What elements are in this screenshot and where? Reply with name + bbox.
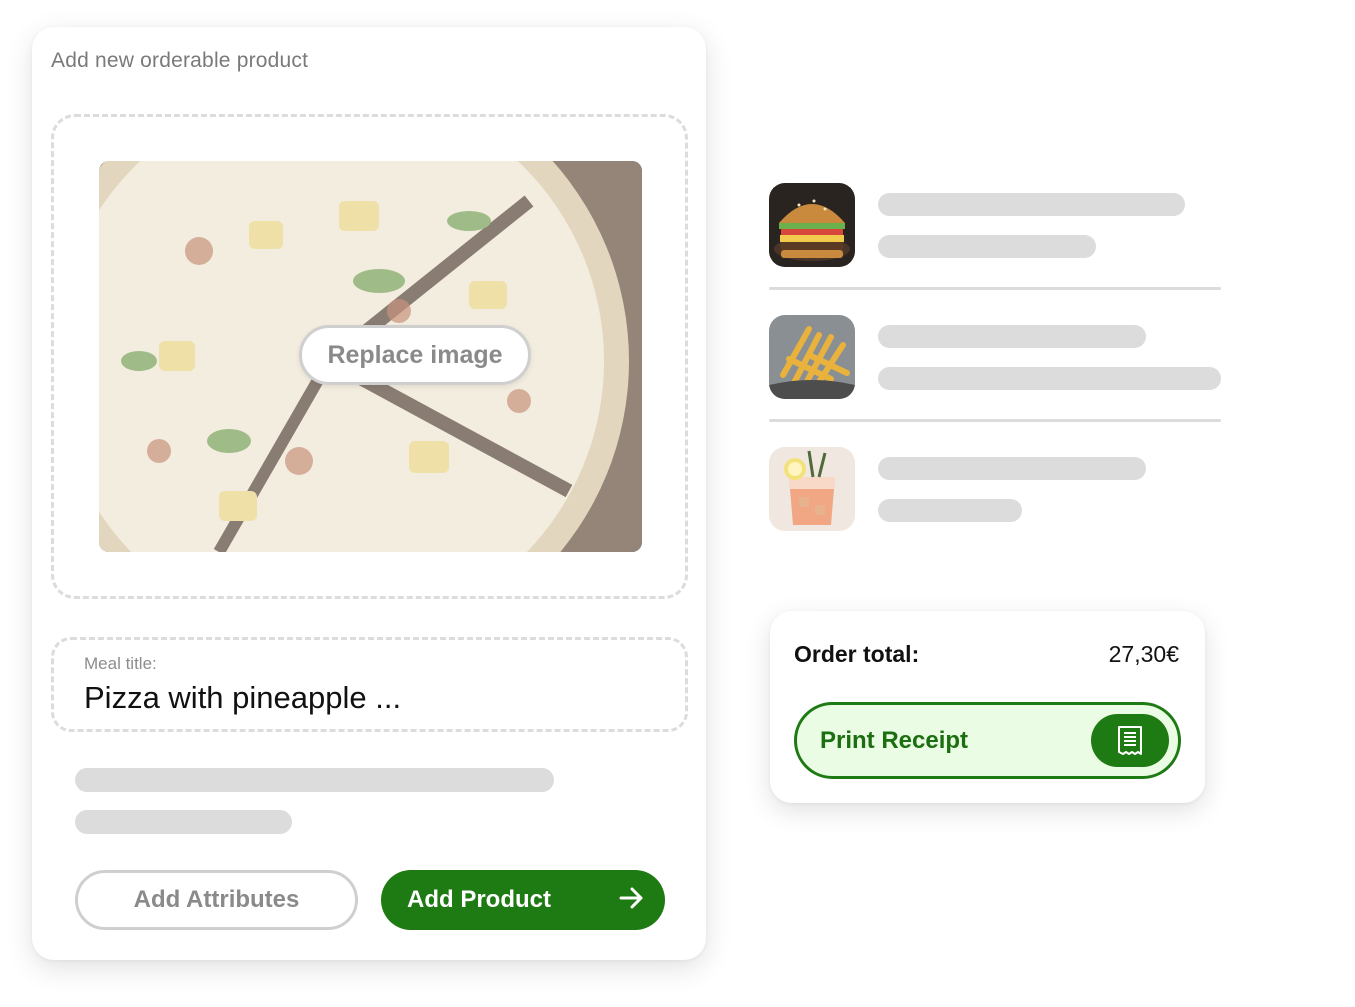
receipt-icon [1091, 714, 1169, 767]
burger-image [769, 183, 855, 267]
skeleton-line [878, 367, 1221, 390]
skeleton-line [878, 325, 1146, 348]
skeleton-line [75, 768, 554, 792]
divider [769, 419, 1221, 422]
skeleton-line [878, 499, 1022, 522]
product-image: Replace image [99, 161, 642, 552]
image-dropzone[interactable]: Replace image [51, 114, 688, 599]
divider [769, 287, 1221, 290]
list-item[interactable] [769, 183, 1221, 267]
skeleton-line [878, 457, 1146, 480]
order-total-card: Order total: 27,30€ Print Receipt [770, 611, 1205, 803]
add-attributes-label: Add Attributes [133, 886, 300, 913]
add-product-card: Add new orderable product Replace image … [32, 27, 706, 960]
add-attributes-button[interactable]: Add Attributes [75, 870, 358, 930]
fries-image [769, 315, 855, 399]
print-receipt-label: Print Receipt [820, 726, 969, 754]
skeleton-line [878, 235, 1096, 258]
order-total-label: Order total: [794, 641, 920, 667]
list-item[interactable] [769, 315, 1221, 399]
add-product-label: Add Product [407, 886, 551, 913]
arrow-right-icon [619, 886, 645, 917]
print-receipt-button[interactable]: Print Receipt [794, 702, 1181, 779]
list-item[interactable] [769, 447, 1221, 531]
replace-image-button[interactable]: Replace image [299, 325, 531, 385]
skeleton-line [75, 810, 292, 834]
skeleton-line [878, 193, 1185, 216]
meal-title-input[interactable]: Pizza with pineapple ... [84, 680, 401, 716]
meal-title-label: Meal title: [84, 654, 157, 673]
cocktail-image [769, 447, 855, 531]
meal-title-field[interactable]: Meal title: Pizza with pineapple ... [51, 637, 688, 732]
card-title: Add new orderable product [51, 49, 309, 72]
order-total-value: 27,30€ [1108, 641, 1179, 667]
add-product-button[interactable]: Add Product [381, 870, 665, 930]
